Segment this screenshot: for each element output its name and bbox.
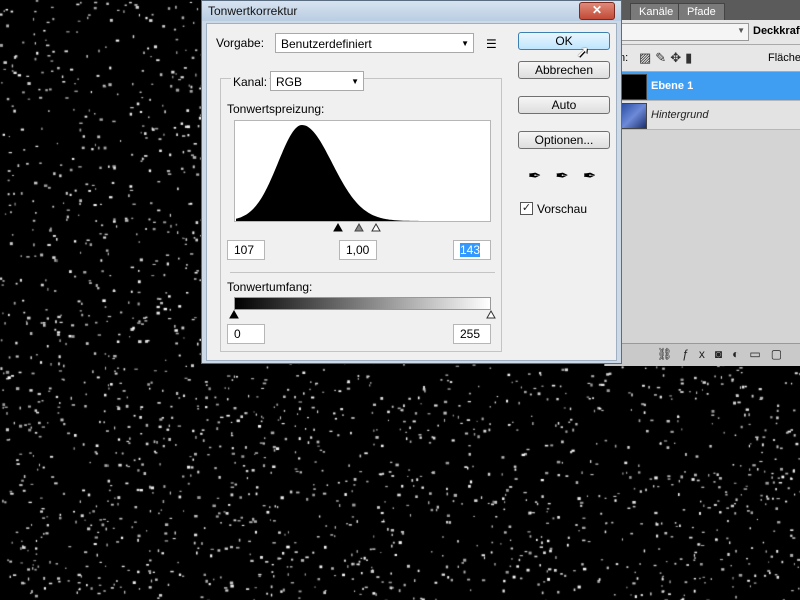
layers-list-empty <box>605 130 800 342</box>
channel-value: RGB <box>276 75 303 89</box>
chevron-down-icon: ▼ <box>737 26 745 35</box>
output-gradient <box>234 297 491 310</box>
chevron-down-icon: ▼ <box>461 39 469 48</box>
preset-select[interactable]: Benutzerdefiniert ▼ <box>275 33 474 53</box>
dialog-title: Tonwertkorrektur <box>208 4 298 18</box>
auto-button[interactable]: Auto <box>518 96 610 114</box>
output-slider[interactable] <box>229 310 496 320</box>
output-black-slider[interactable] <box>229 310 239 319</box>
white-eyedropper-icon[interactable]: ✒ <box>583 168 610 185</box>
tab-paths[interactable]: Pfade <box>678 3 725 20</box>
preview-label: Vorschau <box>537 202 588 216</box>
new-layer-icon[interactable]: ▢ <box>771 347 792 361</box>
histogram <box>234 120 491 222</box>
blend-mode-select[interactable]: ▼ <box>619 23 749 41</box>
dialog-body: Vorgabe: Benutzerdefiniert ▼ ☰ Kanal: RG… <box>206 23 617 361</box>
lock-all-icon[interactable]: ▮ <box>685 50 696 65</box>
layers-panel: Kanäle Pfade ▼ Deckkraft: n: ▨✎✥▮ Fläche… <box>604 0 800 366</box>
folder-icon[interactable]: ▭ <box>749 347 770 361</box>
channel-label: Kanal: <box>231 75 270 89</box>
link-icon[interactable]: ⛓ <box>657 347 682 361</box>
layer-thumbnail <box>621 74 647 100</box>
preset-options-icon[interactable]: ☰ <box>486 37 497 51</box>
lock-row: n: ▨✎✥▮ Fläche: <box>605 45 800 72</box>
dialog-titlebar[interactable]: Tonwertkorrektur ✕ <box>202 1 621 21</box>
layers-footer: ⛓ƒx◙◐▭▢ <box>605 343 800 366</box>
layer-name: Hintergrund <box>651 109 709 121</box>
layer-thumbnail <box>621 103 647 129</box>
fx-icon[interactable]: ƒx <box>682 347 715 361</box>
preview-checkbox[interactable]: ✓ <box>520 202 533 215</box>
histogram-curve <box>236 125 435 221</box>
input-black-field[interactable]: 107 <box>227 240 265 260</box>
output-white-slider[interactable] <box>486 310 496 319</box>
tab-channels[interactable]: Kanäle <box>630 3 683 20</box>
layer-row-ebene-1[interactable]: Ebene 1 <box>605 72 800 101</box>
lock-move-icon[interactable]: ✥ <box>670 50 685 65</box>
opacity-label: Deckkraft: <box>753 25 800 37</box>
fill-label: Fläche: <box>768 52 800 64</box>
ok-button[interactable]: OK <box>518 32 610 50</box>
white-point-slider[interactable] <box>371 223 381 232</box>
preset-label: Vorgabe: <box>216 36 265 50</box>
options-button[interactable]: Optionen... <box>518 131 610 149</box>
input-white-field[interactable]: 143 <box>453 240 491 260</box>
output-white-field[interactable]: 255 <box>453 324 491 344</box>
lock-icons[interactable]: ▨✎✥▮ <box>639 50 696 66</box>
black-point-slider[interactable] <box>333 223 343 232</box>
lock-paint-icon[interactable]: ✎ <box>655 50 670 65</box>
eyedropper-group: ✒✒✒ <box>528 166 610 186</box>
layer-options-row: ▼ Deckkraft: <box>605 20 800 45</box>
mouse-cursor-icon: ➚ <box>576 44 590 61</box>
input-gamma-field[interactable]: 1,00 <box>339 240 377 260</box>
levels-dialog: Tonwertkorrektur ✕ Vorgabe: Benutzerdefi… <box>201 0 622 364</box>
preset-value: Benutzerdefiniert <box>281 37 372 51</box>
gamma-slider[interactable] <box>354 223 364 232</box>
lock-transparency-icon[interactable]: ▨ <box>639 50 655 65</box>
chevron-down-icon: ▼ <box>351 77 359 86</box>
cancel-button[interactable]: Abbrechen <box>518 61 610 79</box>
output-levels-label: Tonwertumfang: <box>227 280 313 294</box>
black-eyedropper-icon[interactable]: ✒ <box>528 168 555 185</box>
input-slider[interactable] <box>234 223 491 233</box>
output-black-field[interactable]: 0 <box>227 324 265 344</box>
panel-tab-bar: Kanäle Pfade <box>605 0 800 20</box>
mask-icon[interactable]: ◙ <box>715 347 732 361</box>
channel-select[interactable]: RGB ▼ <box>270 71 364 91</box>
gray-eyedropper-icon[interactable]: ✒ <box>555 168 582 185</box>
close-button[interactable]: ✕ <box>579 2 615 20</box>
input-levels-label: Tonwertspreizung: <box>227 102 325 116</box>
layer-row-hintergrund[interactable]: Hintergrund <box>605 101 800 130</box>
layer-name: Ebene 1 <box>651 80 694 92</box>
divider <box>230 272 495 273</box>
histogram-graph <box>236 125 435 221</box>
adjustment-icon[interactable]: ◐ <box>732 347 749 361</box>
